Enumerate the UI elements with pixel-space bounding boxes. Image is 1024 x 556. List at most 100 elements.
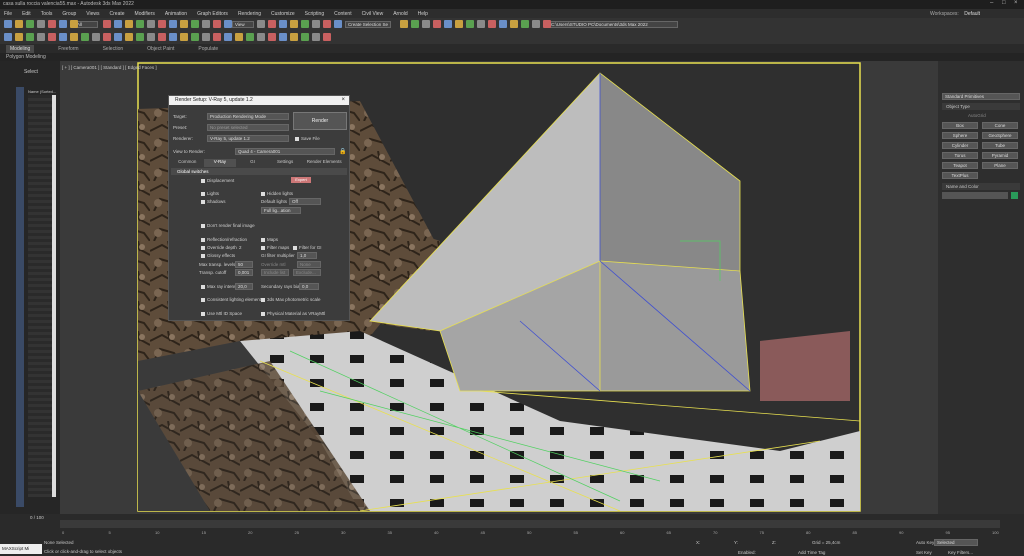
toolbar-tool-icon[interactable] xyxy=(268,20,276,28)
shadows-checkbox[interactable] xyxy=(201,200,205,204)
filter-gi-checkbox[interactable] xyxy=(293,246,297,250)
toolbar-tool-icon[interactable] xyxy=(48,33,56,41)
toolbar-tool-icon[interactable] xyxy=(444,20,452,28)
toolbar-tool-icon[interactable] xyxy=(48,20,56,28)
include-list-button[interactable]: Include list xyxy=(261,269,289,276)
add-time-tag[interactable]: Add Time Tag xyxy=(798,550,825,555)
tab-settings[interactable]: Settings xyxy=(269,159,302,167)
menu-modifiers[interactable]: Modifiers xyxy=(135,11,155,17)
dialog-close-icon[interactable]: × xyxy=(341,97,345,103)
menu-animation[interactable]: Animation xyxy=(165,11,187,17)
ribbon-tab-selection[interactable]: Selection xyxy=(103,46,124,52)
scene-scrollbar[interactable] xyxy=(52,95,56,497)
secondary-bias-value[interactable]: 0,0 xyxy=(299,283,319,290)
toolbar-tool-icon[interactable] xyxy=(26,33,34,41)
max-ray-value[interactable]: 20,0 xyxy=(235,283,253,290)
toolbar-tool-icon[interactable] xyxy=(125,33,133,41)
tab-common[interactable]: Common xyxy=(171,159,204,167)
lock-icon[interactable]: 🔒 xyxy=(339,148,346,155)
toolbar-tool-icon[interactable] xyxy=(169,33,177,41)
save-file-checkbox[interactable] xyxy=(295,137,299,141)
sphere-button[interactable]: Sphere xyxy=(942,132,978,139)
menu-scripting[interactable]: Scripting xyxy=(305,11,324,17)
tab-vray[interactable]: V-Ray xyxy=(203,159,237,167)
menu-help[interactable]: Help xyxy=(418,11,428,17)
toolbar-tool-icon[interactable] xyxy=(103,20,111,28)
toolbar-tool-icon[interactable] xyxy=(279,33,287,41)
toolbar-tool-icon[interactable] xyxy=(543,20,551,28)
ribbon-tab-populate[interactable]: Populate xyxy=(198,46,218,52)
consistent-checkbox[interactable] xyxy=(201,298,205,302)
primitives-dropdown[interactable]: Standard Primitives xyxy=(942,93,1020,100)
name-field[interactable] xyxy=(942,192,1008,199)
name-header[interactable]: Name (Sorted... xyxy=(28,89,56,94)
reflection-checkbox[interactable] xyxy=(201,238,205,242)
maximize-icon[interactable]: □ xyxy=(1002,0,1006,6)
toolbar-tool-icon[interactable] xyxy=(323,20,331,28)
toolbar-tool-icon[interactable] xyxy=(268,33,276,41)
toolbar-tool-icon[interactable] xyxy=(290,20,298,28)
toolbar-tool-icon[interactable] xyxy=(257,33,265,41)
toolbar-tool-icon[interactable] xyxy=(411,20,419,28)
glossy-checkbox[interactable] xyxy=(201,254,205,258)
menu-tools[interactable]: Tools xyxy=(41,11,53,17)
textplus-button[interactable]: TextPlus xyxy=(942,172,978,179)
toolbar-tool-icon[interactable] xyxy=(477,20,485,28)
ribbon-subtab[interactable]: Polygon Modeling xyxy=(0,53,1024,61)
toolbar-tool-icon[interactable] xyxy=(15,20,23,28)
toolbar-tool-icon[interactable] xyxy=(147,20,155,28)
lights-checkbox[interactable] xyxy=(201,192,205,196)
toolbar-tool-icon[interactable] xyxy=(26,20,34,28)
toolbar-tool-icon[interactable] xyxy=(136,33,144,41)
override-depth-checkbox[interactable] xyxy=(201,246,205,250)
menu-arnold[interactable]: Arnold xyxy=(393,11,407,17)
toolbar-tool-icon[interactable] xyxy=(191,20,199,28)
toolbar-tool-icon[interactable] xyxy=(202,33,210,41)
pyramid-button[interactable]: Pyramid xyxy=(982,152,1018,159)
ribbon-tab-object-paint[interactable]: Object Paint xyxy=(147,46,174,52)
tube-button[interactable]: Tube xyxy=(982,142,1018,149)
autogrid-label[interactable]: AutoGrid xyxy=(968,113,986,118)
expert-button[interactable]: Expert xyxy=(291,177,311,183)
toolbar-tool-icon[interactable] xyxy=(246,33,254,41)
ribbon-tab-modeling[interactable]: Modeling xyxy=(6,44,35,53)
toolbar-tool-icon[interactable] xyxy=(422,20,430,28)
object-color-swatch[interactable] xyxy=(1011,192,1018,199)
ribbon-tab-freeform[interactable]: Freeform xyxy=(58,46,78,52)
menu-rendering[interactable]: Rendering xyxy=(238,11,261,17)
toolbar-tool-icon[interactable] xyxy=(191,33,199,41)
teapot-button[interactable]: Teapot xyxy=(942,162,978,169)
menu-civil-view[interactable]: Civil View xyxy=(362,11,384,17)
set-key-button[interactable]: Set Key xyxy=(916,550,932,555)
key-mode-dropdown[interactable]: Selected xyxy=(934,539,978,546)
toolbar-tool-icon[interactable] xyxy=(15,33,23,41)
max-ray-checkbox[interactable] xyxy=(201,285,205,289)
toolbar-tool-icon[interactable] xyxy=(81,33,89,41)
menu-create[interactable]: Create xyxy=(110,11,125,17)
filter-maps-checkbox[interactable] xyxy=(261,246,265,250)
toolbar-tool-icon[interactable] xyxy=(301,20,309,28)
project-path[interactable]: C:\Users\STUDIO PC\Documents\3ds Max 202… xyxy=(548,21,678,28)
auto-key-button[interactable]: Auto Key xyxy=(916,540,934,545)
create-selection-set[interactable]: Create Selection Se xyxy=(345,21,391,28)
minimize-icon[interactable]: – xyxy=(990,0,993,6)
toolbar-tool-icon[interactable] xyxy=(114,33,122,41)
toolbar-tool-icon[interactable] xyxy=(202,20,210,28)
toolbar-tool-icon[interactable] xyxy=(136,20,144,28)
toolbar-tool-icon[interactable] xyxy=(224,33,232,41)
plane-button[interactable]: Plane xyxy=(982,162,1018,169)
menu-customize[interactable]: Customize xyxy=(271,11,295,17)
full-lighting-dropdown[interactable]: Full lig...ation xyxy=(261,207,301,214)
toolbar-tool-icon[interactable] xyxy=(532,20,540,28)
toolbar-tool-icon[interactable] xyxy=(37,33,45,41)
toolbar-tool-icon[interactable] xyxy=(180,20,188,28)
toolbar-tool-icon[interactable] xyxy=(213,20,221,28)
menu-group[interactable]: Group xyxy=(62,11,76,17)
toolbar-tool-icon[interactable] xyxy=(312,20,320,28)
transp-cutoff-value[interactable]: 0,001 xyxy=(235,269,253,276)
toolbar-tool-icon[interactable] xyxy=(59,20,67,28)
mtl-id-checkbox[interactable] xyxy=(201,312,205,316)
cylinder-button[interactable]: Cylinder xyxy=(942,142,978,149)
gi-filter-value[interactable]: 1,0 xyxy=(297,252,317,259)
maxscript-listener[interactable]: MAXScript Mi xyxy=(0,544,42,554)
